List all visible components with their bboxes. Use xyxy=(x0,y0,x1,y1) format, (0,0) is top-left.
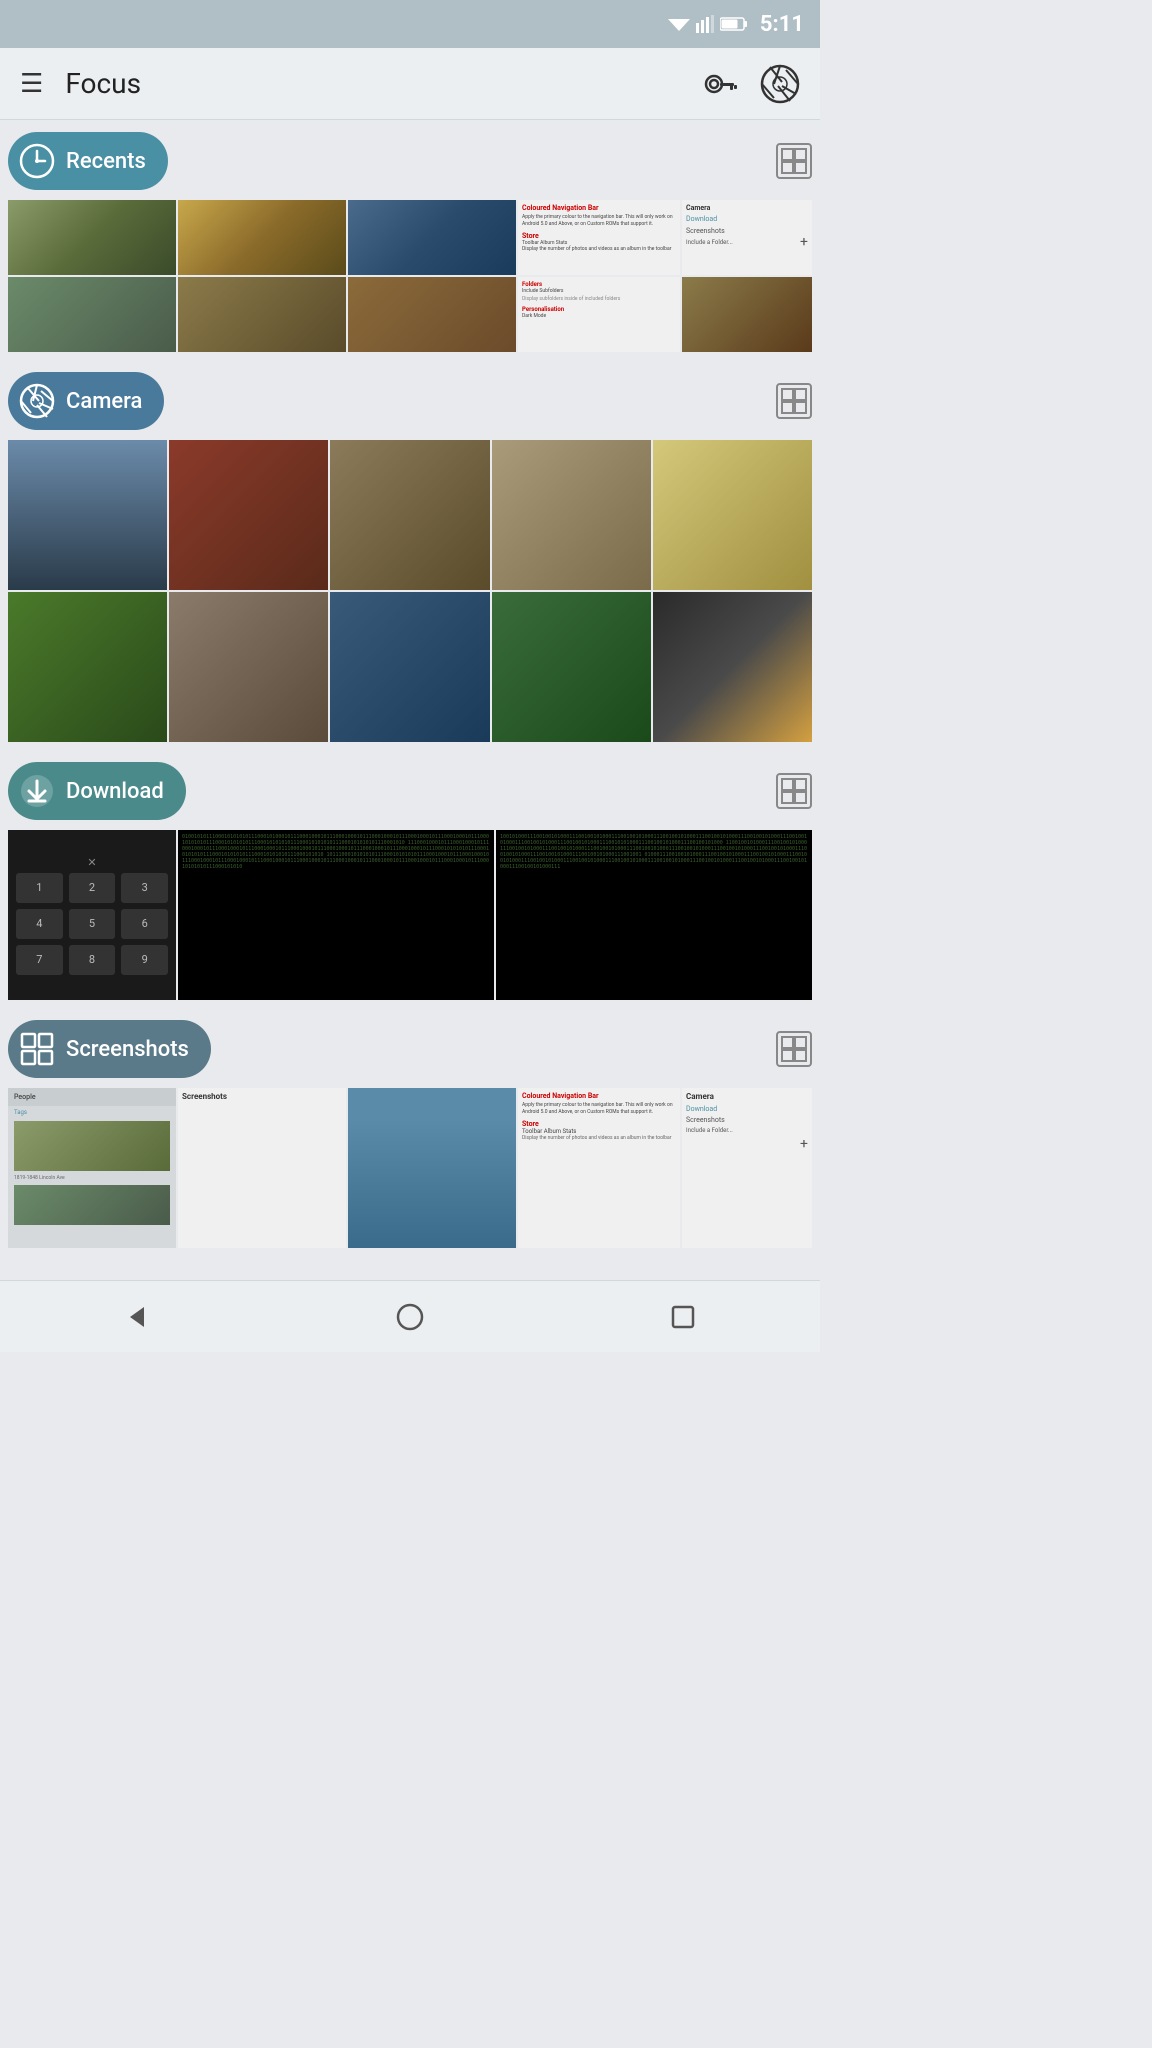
status-icons: 5:11 xyxy=(668,12,804,37)
battery-icon xyxy=(720,16,748,32)
photo-thumb[interactable]: 0100101011100010101010111000101000101110… xyxy=(178,830,494,1000)
app-title: Focus xyxy=(65,67,704,100)
wifi-icon xyxy=(668,15,690,33)
photo-thumb[interactable] xyxy=(169,440,328,590)
photo-thumb[interactable] xyxy=(492,440,651,590)
screenshot-thumb[interactable]: Coloured Navigation Bar Apply the primar… xyxy=(518,200,680,275)
screenshots-button[interactable]: Screenshots xyxy=(8,1020,211,1078)
top-bar: ☰ Focus xyxy=(0,48,820,120)
screenshots-expand[interactable] xyxy=(776,1031,812,1067)
screenshot-thumb[interactable]: Screenshots xyxy=(178,1088,346,1248)
screenshots-header: Screenshots xyxy=(8,1020,812,1078)
signal-icon xyxy=(696,15,714,33)
camera-icon xyxy=(18,382,56,420)
photo-thumb[interactable] xyxy=(8,277,176,352)
camera-section: Camera xyxy=(8,372,812,742)
screenshots-icon xyxy=(18,1030,56,1068)
photo-thumb[interactable] xyxy=(8,440,167,590)
screenshots-grid: People Tags 1819-1848 Lincoln Ave Screen… xyxy=(8,1088,812,1248)
home-button[interactable] xyxy=(382,1289,438,1345)
download-button[interactable]: Download xyxy=(8,762,186,820)
camera-grid xyxy=(8,440,812,742)
photo-thumb[interactable] xyxy=(348,200,516,275)
photo-thumb[interactable] xyxy=(330,592,489,742)
screenshots-label: Screenshots xyxy=(66,1037,189,1062)
photo-thumb[interactable] xyxy=(178,277,346,352)
recents-header: Recents xyxy=(8,132,812,190)
photo-thumb[interactable] xyxy=(682,277,812,352)
photo-thumb[interactable]: 1001010001110010010100011100100101000111… xyxy=(496,830,812,1000)
camera-expand[interactable] xyxy=(776,383,812,419)
photo-thumb[interactable]: ✕ 1 2 3 4 5 6 7 8 9 xyxy=(8,830,176,1000)
status-time: 5:11 xyxy=(760,12,804,37)
camera-header: Camera xyxy=(8,372,812,430)
aperture-icon[interactable] xyxy=(760,64,800,104)
download-header: Download xyxy=(8,762,812,820)
recents-row-1: Coloured Navigation Bar Apply the primar… xyxy=(8,200,812,352)
menu-icon[interactable]: ☰ xyxy=(20,69,45,99)
download-icon xyxy=(18,772,56,810)
recents-section: Recents xyxy=(8,132,812,352)
camera-button[interactable]: Camera xyxy=(8,372,164,430)
recents-button[interactable]: Recents xyxy=(8,132,168,190)
download-label: Download xyxy=(66,779,164,804)
photo-thumb[interactable] xyxy=(653,440,812,590)
back-button[interactable] xyxy=(109,1289,165,1345)
download-section: Download ✕ 1 2 3 4 5 xyxy=(8,762,812,1000)
photo-thumb[interactable] xyxy=(330,440,489,590)
screenshot-thumb[interactable]: Coloured Navigation Bar Apply the primar… xyxy=(518,1088,680,1248)
nav-bar xyxy=(0,1280,820,1352)
download-grid: ✕ 1 2 3 4 5 6 7 8 9 01001010111000101010… xyxy=(8,830,812,1000)
screenshot-thumb[interactable]: People Tags 1819-1848 Lincoln Ave xyxy=(8,1088,176,1248)
photo-thumb[interactable] xyxy=(8,200,176,275)
photo-thumb[interactable] xyxy=(178,200,346,275)
photo-thumb[interactable] xyxy=(348,1088,516,1248)
recents-button-nav[interactable] xyxy=(655,1289,711,1345)
screenshot-thumb[interactable]: Folders Include Subfolders Display subfo… xyxy=(518,277,680,352)
camera-label: Camera xyxy=(66,389,142,414)
photo-thumb[interactable] xyxy=(492,592,651,742)
photo-thumb[interactable] xyxy=(653,592,812,742)
recents-expand[interactable] xyxy=(776,143,812,179)
screenshot-thumb[interactable]: Camera Download Screenshots Include a Fo… xyxy=(682,1088,812,1248)
top-right-icons xyxy=(704,64,800,104)
screenshot-thumb[interactable]: Camera Download Screenshots Include a Fo… xyxy=(682,200,812,275)
recents-label: Recents xyxy=(66,149,146,174)
photo-thumb[interactable] xyxy=(8,592,167,742)
main-content: Recents xyxy=(0,120,820,1280)
photo-thumb[interactable] xyxy=(169,592,328,742)
download-expand[interactable] xyxy=(776,773,812,809)
recents-icon xyxy=(18,142,56,180)
photo-thumb[interactable] xyxy=(348,277,516,352)
screenshots-section: Screenshots People Tags 1819-1848 Lincol… xyxy=(8,1020,812,1248)
status-bar: 5:11 xyxy=(0,0,820,48)
key-icon[interactable] xyxy=(704,72,740,96)
